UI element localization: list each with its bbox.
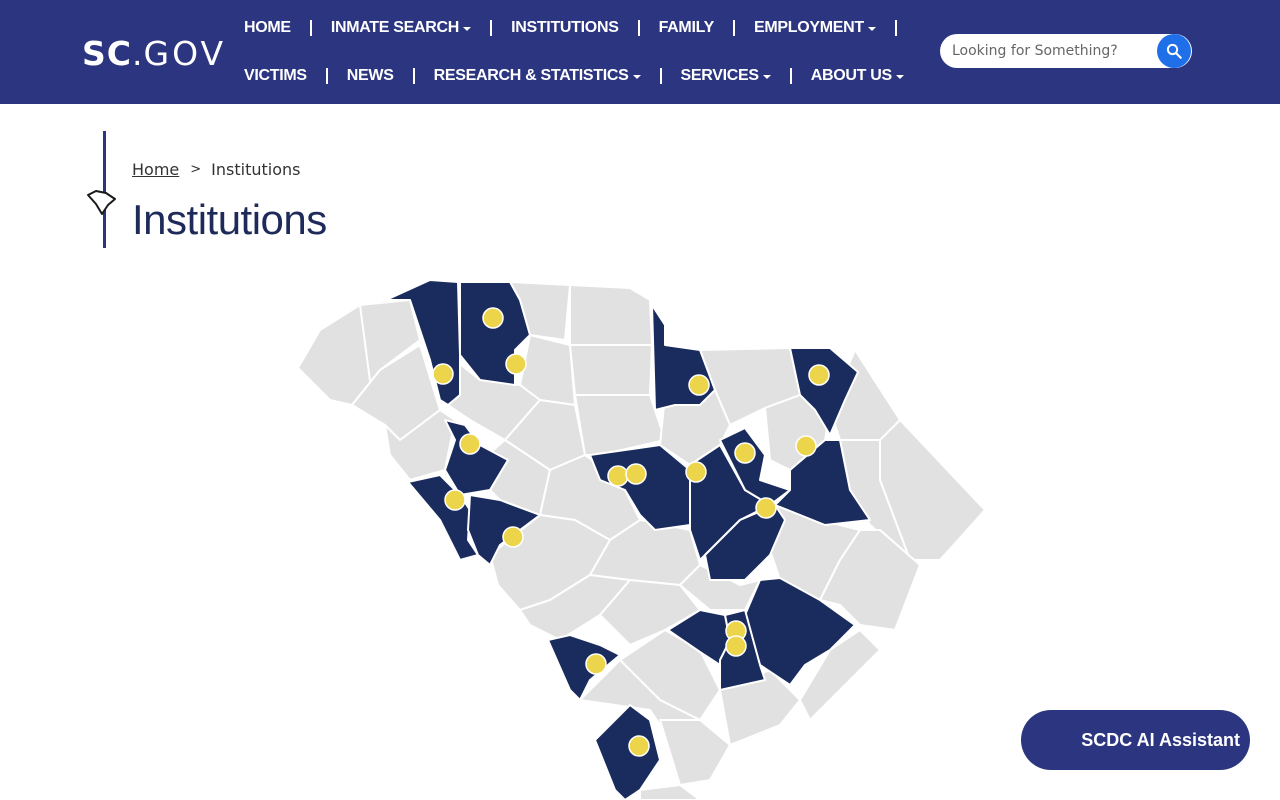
site-search — [940, 34, 1192, 68]
nav-label: ABOUT US — [810, 67, 892, 84]
map-county — [569, 284, 653, 346]
nav-employment[interactable]: EMPLOYMENT — [754, 19, 876, 37]
nav-victims[interactable]: VICTIMS — [244, 67, 307, 85]
search-input[interactable] — [952, 40, 1152, 62]
institution-marker[interactable] — [459, 433, 481, 455]
institution-marker[interactable] — [502, 526, 524, 548]
nav-services[interactable]: SERVICES — [681, 67, 771, 85]
breadcrumb-current: Institutions — [211, 159, 301, 179]
institution-marker[interactable] — [607, 465, 629, 487]
breadcrumb: Home > Institutions — [132, 159, 300, 179]
nav-separator — [490, 20, 493, 36]
map-county-highlighted — [594, 704, 661, 800]
nav-family[interactable]: FAMILY — [658, 19, 715, 37]
nav-separator — [732, 20, 735, 36]
map-county — [659, 719, 731, 786]
caret-down-icon — [895, 74, 904, 79]
institution-marker[interactable] — [685, 461, 707, 483]
ai-assistant-button[interactable]: SCDC AI Assistant — [1021, 710, 1250, 770]
nav-label: NEWS — [346, 67, 394, 84]
nav-institutions[interactable]: INSTITUTIONS — [511, 19, 619, 37]
south-carolina-state-icon — [87, 190, 116, 215]
nav-label: HOME — [244, 19, 291, 36]
nav-label: RESEARCH & STATISTICS — [433, 67, 629, 84]
nav-separator — [412, 68, 415, 84]
nav-separator — [309, 20, 312, 36]
nav-label: EMPLOYMENT — [753, 19, 864, 36]
nav-label: FAMILY — [658, 19, 715, 36]
map-county — [639, 784, 701, 800]
institution-marker[interactable] — [808, 364, 830, 386]
caret-down-icon — [463, 26, 472, 31]
nav-about-us[interactable]: ABOUT US — [811, 67, 904, 85]
nav-label: INSTITUTIONS — [511, 19, 619, 36]
main-nav-row-2: VICTIMS NEWS RESEARCH & STATISTICS SERVI… — [244, 64, 904, 88]
nav-label: VICTIMS — [244, 67, 307, 84]
institution-marker[interactable] — [505, 353, 527, 375]
nav-separator — [894, 20, 897, 36]
nav-home[interactable]: HOME — [244, 19, 291, 37]
nav-inmate-search[interactable]: INMATE SEARCH — [330, 19, 472, 37]
ai-assistant-label: SCDC AI Assistant — [1081, 729, 1240, 750]
main-nav-row-1: HOME INMATE SEARCH INSTITUTIONS FAMILY E… — [244, 16, 916, 40]
search-button[interactable] — [1157, 34, 1191, 68]
nav-separator — [325, 68, 328, 84]
institution-marker[interactable] — [444, 489, 466, 511]
logo-dot-text: . — [132, 33, 144, 73]
caret-down-icon — [762, 74, 771, 79]
map-county — [569, 344, 653, 396]
nav-news[interactable]: NEWS — [347, 67, 394, 85]
breadcrumb-home-link[interactable]: Home — [132, 160, 179, 179]
page-title: Institutions — [132, 196, 327, 243]
nav-research-statistics[interactable]: RESEARCH & STATISTICS — [434, 67, 641, 85]
institution-marker[interactable] — [755, 497, 777, 519]
nav-separator — [637, 20, 640, 36]
nav-separator — [659, 68, 662, 84]
institution-marker[interactable] — [432, 363, 454, 385]
logo-sc-text: SC — [82, 33, 132, 73]
site-header: SC. GOV HOME INMATE SEARCH INSTITUTIONS F… — [0, 0, 1280, 104]
search-icon — [1166, 43, 1182, 59]
institution-marker[interactable] — [628, 735, 650, 757]
nav-label: SERVICES — [680, 67, 760, 84]
institution-marker[interactable] — [725, 635, 747, 657]
institution-marker[interactable] — [585, 653, 607, 675]
institution-marker[interactable] — [688, 374, 710, 396]
caret-down-icon — [867, 26, 876, 31]
nav-label: INMATE SEARCH — [330, 19, 460, 36]
caret-down-icon — [632, 74, 641, 79]
institution-marker[interactable] — [734, 442, 756, 464]
sc-gov-logo[interactable]: SC. GOV — [82, 33, 227, 73]
nav-separator — [789, 68, 792, 84]
institution-marker[interactable] — [482, 307, 504, 329]
logo-gov-text: GOV — [143, 33, 227, 73]
breadcrumb-separator: > — [190, 161, 202, 177]
institution-marker[interactable] — [625, 463, 647, 485]
institution-marker[interactable] — [795, 435, 817, 457]
